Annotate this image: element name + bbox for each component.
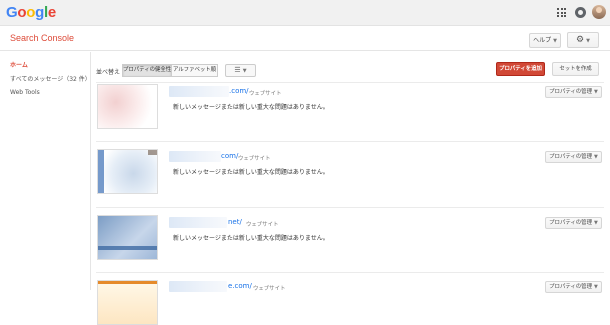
- property-message: 新しいメッセージまたは新しい重大な問題はありません。: [173, 235, 329, 242]
- chevron-down-icon: ▼: [593, 154, 598, 160]
- divider: [96, 272, 604, 273]
- manage-property-button[interactable]: プロパティの管理 ▼: [545, 217, 602, 229]
- logo-letter: g: [35, 4, 44, 21]
- divider: [96, 141, 604, 142]
- manage-property-label: プロパティの管理: [549, 154, 592, 160]
- property-message: 新しいメッセージまたは新しい重大な問題はありません。: [173, 169, 329, 176]
- property-url[interactable]: net/: [228, 218, 242, 226]
- create-set-button[interactable]: セットを作成: [552, 62, 599, 76]
- google-logo[interactable]: Google: [6, 4, 56, 21]
- logo-letter: o: [26, 4, 36, 21]
- logo-letter: G: [6, 4, 18, 21]
- divider: [96, 82, 604, 83]
- property-type: ウェブサイト: [249, 91, 282, 97]
- manage-property-label: プロパティの管理: [549, 89, 592, 95]
- account-avatar[interactable]: [592, 5, 606, 19]
- divider: [96, 207, 604, 208]
- add-property-button[interactable]: プロパティを追加: [496, 62, 545, 76]
- property-url[interactable]: e.com/: [228, 282, 252, 290]
- top-bar: Google: [0, 0, 610, 26]
- sidebar-item-home[interactable]: ホーム: [10, 60, 28, 69]
- property-type: ウェブサイト: [253, 286, 286, 292]
- site-name-redacted: [169, 217, 227, 228]
- property-type: ウェブサイト: [246, 222, 279, 228]
- sidebar-item-messages[interactable]: すべてのメッセージ（32 件）: [10, 74, 91, 83]
- chevron-down-icon: ▼: [242, 68, 247, 74]
- sidebar-item-web-tools[interactable]: Web Tools: [10, 89, 40, 96]
- help-label: ヘルプ: [533, 37, 552, 44]
- manage-property-button[interactable]: プロパティの管理 ▼: [545, 151, 602, 163]
- list-view-icon: ☰: [234, 66, 241, 74]
- manage-property-button[interactable]: プロパティの管理 ▼: [545, 281, 602, 293]
- site-name-redacted: [169, 86, 229, 97]
- manage-property-button[interactable]: プロパティの管理 ▼: [545, 86, 602, 98]
- sort-by-health-button[interactable]: プロパティの健全性: [122, 64, 172, 77]
- property-type: ウェブサイト: [238, 156, 271, 162]
- site-name-redacted: [169, 151, 221, 162]
- property-url[interactable]: .com/: [229, 87, 249, 95]
- sort-alphabetical-button[interactable]: アルファベット順: [171, 64, 218, 77]
- sort-label: 並べ替え: [96, 69, 121, 76]
- chevron-down-icon: ▼: [593, 89, 598, 95]
- product-bar: Search Console: [0, 27, 610, 51]
- settings-button[interactable]: ⚙ ▼: [567, 32, 599, 48]
- sidebar: ホーム すべてのメッセージ（32 件） Web Tools: [0, 52, 91, 290]
- property-url[interactable]: com/: [221, 152, 238, 160]
- help-button[interactable]: ヘルプ ▼: [529, 33, 561, 48]
- manage-property-label: プロパティの管理: [549, 220, 592, 226]
- manage-property-label: プロパティの管理: [549, 284, 592, 290]
- notifications-icon[interactable]: [575, 7, 586, 18]
- site-name-redacted: [169, 281, 227, 292]
- logo-letter: e: [47, 4, 56, 21]
- apps-icon[interactable]: [557, 8, 566, 17]
- gear-icon: ⚙: [576, 35, 585, 45]
- site-thumbnail[interactable]: [97, 280, 158, 325]
- chevron-down-icon: ▼: [553, 38, 557, 44]
- chevron-down-icon: ▼: [593, 284, 598, 290]
- chevron-down-icon: ▼: [593, 220, 598, 226]
- product-title[interactable]: Search Console: [10, 33, 74, 43]
- list-view-button[interactable]: ☰ ▼: [225, 64, 256, 77]
- site-thumbnail[interactable]: [97, 84, 158, 129]
- chevron-down-icon: ▼: [586, 38, 590, 44]
- main-content: 並べ替え プロパティの健全性 アルファベット順 ☰ ▼ プロパティを追加 セットを…: [91, 52, 610, 325]
- site-thumbnail[interactable]: [97, 149, 158, 194]
- logo-letter: o: [17, 4, 27, 21]
- site-thumbnail[interactable]: [97, 215, 158, 260]
- property-message: 新しいメッセージまたは新しい重大な問題はありません。: [173, 104, 329, 111]
